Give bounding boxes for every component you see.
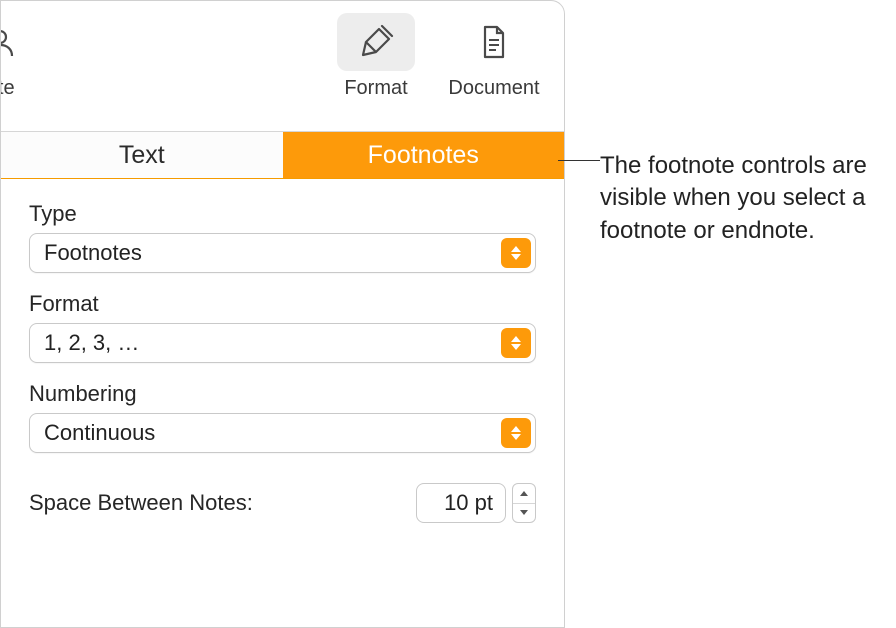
space-value: 10 pt <box>444 490 493 516</box>
numbering-value: Continuous <box>30 420 501 446</box>
paintbrush-icon <box>358 24 394 60</box>
field-numbering: Numbering Continuous <box>29 381 536 453</box>
tab-footnotes[interactable]: Footnotes <box>283 132 565 178</box>
popup-arrows-icon <box>501 328 531 358</box>
space-stepper-down[interactable] <box>513 503 535 523</box>
field-type: Type Footnotes <box>29 201 536 273</box>
toolbar-item-format[interactable]: Format <box>326 13 426 100</box>
collaborate-icon-wrap <box>0 13 39 71</box>
format-popup[interactable]: 1, 2, 3, … <box>29 323 536 363</box>
collaborate-icon <box>0 24 18 60</box>
space-stepper: 10 pt <box>416 483 536 523</box>
numbering-label: Numbering <box>29 381 536 407</box>
format-label: Format <box>29 291 536 317</box>
toolbar-right-group: Format Document <box>326 13 564 100</box>
space-between-row: Space Between Notes: 10 pt <box>29 483 536 523</box>
format-icon-wrap <box>337 13 415 71</box>
toolbar-label-document: Document <box>448 77 539 100</box>
type-label: Type <box>29 201 536 227</box>
space-stepper-up[interactable] <box>513 484 535 503</box>
toolbar-label-format: Format <box>344 77 407 100</box>
space-value-field[interactable]: 10 pt <box>416 483 506 523</box>
callout-text: The footnote controls are visible when y… <box>600 150 890 247</box>
space-between-label: Space Between Notes: <box>29 490 416 516</box>
space-stepper-buttons <box>512 483 536 523</box>
callout-leader-line <box>558 160 600 161</box>
document-icon <box>476 24 512 60</box>
toolbar-item-collaborate[interactable]: orate <box>0 13 21 100</box>
tab-text-label: Text <box>119 141 165 170</box>
toolbar-item-document[interactable]: Document <box>444 13 544 100</box>
tab-footnotes-label: Footnotes <box>368 141 479 170</box>
footnotes-content: Type Footnotes Format 1, 2, 3, … Numberi… <box>1 179 564 545</box>
inspector-panel: orate Format <box>0 0 565 628</box>
numbering-popup[interactable]: Continuous <box>29 413 536 453</box>
tabbar: Text Footnotes <box>1 131 564 179</box>
tab-text[interactable]: Text <box>1 132 283 178</box>
toolbar: orate Format <box>1 1 564 131</box>
popup-arrows-icon <box>501 418 531 448</box>
type-popup[interactable]: Footnotes <box>29 233 536 273</box>
type-value: Footnotes <box>30 240 501 266</box>
popup-arrows-icon <box>501 238 531 268</box>
format-value: 1, 2, 3, … <box>30 330 501 356</box>
document-icon-wrap <box>455 13 533 71</box>
field-format: Format 1, 2, 3, … <box>29 291 536 363</box>
toolbar-label-collaborate: orate <box>0 77 15 100</box>
